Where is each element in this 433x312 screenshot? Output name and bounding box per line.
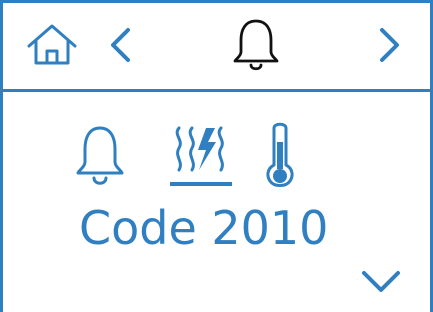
main-content: Code 2010	[0, 95, 433, 312]
scroll-down-button[interactable]	[356, 265, 406, 301]
top-navigation-bar	[0, 0, 433, 92]
thermometer-icon	[266, 122, 294, 187]
home-icon	[27, 24, 77, 65]
header-alarm-button[interactable]	[227, 14, 285, 76]
chevron-down-icon	[362, 271, 400, 292]
bell-icon	[76, 126, 124, 185]
alarm-code-text: Code 2010	[79, 201, 329, 255]
chevron-left-icon	[111, 28, 130, 62]
heating-icon	[170, 126, 232, 186]
home-button[interactable]	[22, 18, 82, 72]
chevron-right-icon	[380, 28, 399, 62]
bell-icon	[233, 19, 279, 71]
next-button[interactable]	[370, 18, 410, 72]
status-icon-row	[70, 120, 310, 190]
previous-button[interactable]	[100, 18, 140, 72]
